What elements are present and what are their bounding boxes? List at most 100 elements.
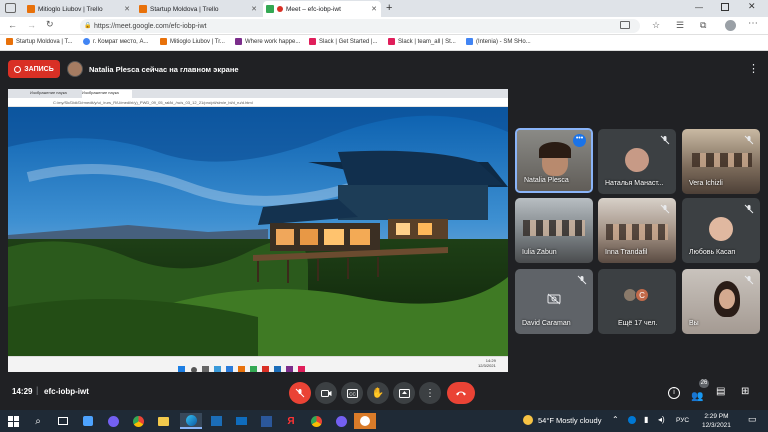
- notifications-icon[interactable]: ▭: [748, 414, 757, 425]
- cast-icon[interactable]: [620, 21, 630, 29]
- weather-icon: [523, 415, 533, 425]
- search-icon[interactable]: ⌕: [30, 413, 46, 429]
- viber-icon[interactable]: [333, 413, 349, 429]
- participant-tile-self[interactable]: Вы: [682, 269, 760, 334]
- shared-url-text: C:/my/Sk/Didi/D/rmedit/y/ui_/rurs_R/U/me…: [53, 100, 253, 105]
- more-options-button[interactable]: ⋮: [419, 382, 441, 404]
- widgets-icon[interactable]: [80, 413, 96, 429]
- mic-off-icon: [295, 388, 305, 398]
- browser-tab-meet[interactable]: Meet – efc-iobp-iwt ✕: [263, 1, 381, 17]
- forward-icon[interactable]: →: [27, 20, 36, 30]
- meeting-time: 14:29: [12, 387, 33, 396]
- browser-tab-trello-startup[interactable]: Startup Moldova | Trello ✕: [136, 1, 261, 17]
- participant-name: Любовь Касап: [689, 249, 736, 256]
- extensions-icon[interactable]: ⧉: [700, 20, 706, 31]
- meeting-code: efc-iobp-iwt: [44, 387, 89, 396]
- chrome-icon[interactable]: [308, 413, 324, 429]
- participant-tile-lyubov-kasap[interactable]: Любовь Касап: [682, 198, 760, 263]
- camera-toggle-button[interactable]: [315, 382, 337, 404]
- trello-icon: [27, 5, 35, 13]
- favorite-star-icon[interactable]: ☆: [652, 20, 660, 31]
- more-options-icon[interactable]: •••: [573, 134, 586, 147]
- word-icon[interactable]: [258, 413, 274, 429]
- mic-off-icon: [660, 135, 670, 145]
- participant-tile-more[interactable]: C Ещё 17 чел.: [598, 269, 676, 334]
- captions-button[interactable]: CC: [341, 382, 363, 404]
- more-vert-icon: ⋮: [425, 387, 435, 399]
- onedrive-icon[interactable]: [628, 416, 636, 424]
- participant-name: Inna Trandafil: [605, 249, 648, 256]
- participant-tile-inna-trandafil[interactable]: Inna Trandafil: [598, 198, 676, 263]
- mic-toggle-button[interactable]: [289, 382, 311, 404]
- reload-icon[interactable]: ↻: [46, 19, 54, 30]
- svg-text:CC: CC: [349, 391, 356, 396]
- browser-tab-trello-mitioglo[interactable]: Mitioglo Liubov | Trello ✕: [24, 1, 134, 17]
- close-icon[interactable]: ✕: [124, 5, 130, 13]
- start-button[interactable]: [5, 413, 21, 429]
- bookmark-item[interactable]: Slack | team_all | St...: [388, 38, 456, 45]
- tab-actions-icon[interactable]: [5, 3, 16, 13]
- file-explorer-icon[interactable]: [155, 413, 171, 429]
- tray-chevron-icon[interactable]: ⌃: [612, 415, 619, 424]
- minimize-icon[interactable]: —: [695, 3, 703, 12]
- classroom-students: [692, 153, 752, 167]
- present-screen-button[interactable]: [393, 382, 415, 404]
- weather-text[interactable]: 54°F Mostly cloudy: [538, 416, 601, 425]
- maximize-icon[interactable]: [721, 3, 729, 11]
- task-view-icon[interactable]: [55, 413, 71, 429]
- window-close-icon[interactable]: ✕: [748, 1, 756, 12]
- new-tab-button[interactable]: +: [386, 2, 392, 14]
- bookmark-item[interactable]: Where work happe...: [235, 38, 300, 45]
- clock[interactable]: 2:29 PM 12/3/2021: [702, 412, 731, 430]
- chat-button[interactable]: ▤: [716, 386, 725, 397]
- participants-button[interactable]: 👥 26: [691, 379, 709, 404]
- network-icon[interactable]: ▮: [644, 415, 648, 424]
- meet-page: ЗАПИСЬ Natalia Plesca сейчас на главном …: [0, 52, 768, 410]
- bookmark-item[interactable]: Mitioglo Liubov | Tr...: [160, 38, 225, 45]
- chrome-icon[interactable]: [130, 413, 146, 429]
- bookmark-item[interactable]: г. Комрат место, А...: [83, 38, 149, 45]
- close-icon[interactable]: ✕: [371, 5, 377, 13]
- collections-icon[interactable]: ☰: [676, 20, 684, 31]
- participant-tile-iulia-zabun[interactable]: Iulia Zabun: [515, 198, 593, 263]
- bookmark-item[interactable]: Slack | Get Started |...: [309, 38, 377, 45]
- mic-off-icon: [744, 204, 754, 214]
- captions-icon: CC: [346, 388, 358, 398]
- participant-tile-david-caraman[interactable]: David Caraman: [515, 269, 593, 334]
- profile-avatar[interactable]: [725, 20, 736, 31]
- participant-tile-natalia-manast[interactable]: Наталья Манаст...: [598, 129, 676, 194]
- store-icon[interactable]: [208, 413, 224, 429]
- shared-taskbar-icons: [178, 361, 328, 372]
- url-field[interactable]: 🔒 https://meet.google.com/efc-iobp-iwt: [80, 19, 640, 33]
- trello-icon: [139, 5, 147, 13]
- app-icon[interactable]: [354, 413, 376, 429]
- monday-icon: [235, 38, 242, 45]
- language-indicator[interactable]: РУС: [676, 417, 689, 424]
- edge-icon[interactable]: [180, 413, 202, 429]
- close-icon[interactable]: ✕: [251, 5, 257, 13]
- leave-call-button[interactable]: [447, 382, 475, 404]
- tab-label: Startup Moldova | Trello: [150, 5, 219, 13]
- meet-icon: [266, 5, 274, 13]
- lock-icon: 🔒: [84, 23, 92, 29]
- participant-face: [719, 289, 735, 309]
- mail-icon[interactable]: [233, 413, 249, 429]
- viber-icon[interactable]: [105, 413, 121, 429]
- bookmark-item[interactable]: Startup Moldova | T...: [6, 38, 72, 45]
- tab-label: Mitioglo Liubov | Trello: [38, 5, 103, 13]
- participant-tile-vera-ichizli[interactable]: Vera Ichizli: [682, 129, 760, 194]
- more-options-icon[interactable]: ⋮: [748, 62, 759, 75]
- bookmark-item[interactable]: (Intenia) - SM SHo...: [466, 38, 531, 45]
- participant-name: Ещё 17 чел.: [618, 320, 658, 327]
- more-menu-icon[interactable]: ⋯: [748, 18, 758, 29]
- yandex-icon[interactable]: Я: [283, 413, 299, 429]
- temple-photo: [8, 107, 508, 356]
- back-icon[interactable]: ←: [8, 20, 17, 30]
- volume-icon[interactable]: ◂): [658, 415, 665, 424]
- participant-tile-natalia-plesca[interactable]: ••• Natalia Plesca: [515, 128, 593, 193]
- activities-button[interactable]: ⊞: [741, 386, 749, 397]
- browser-tab-strip: Mitioglo Liubov | Trello ✕ Startup Moldo…: [0, 0, 768, 17]
- temple-landscape-image: [8, 107, 508, 356]
- raise-hand-button[interactable]: ✋: [367, 382, 389, 404]
- meeting-info-button[interactable]: i: [668, 387, 680, 399]
